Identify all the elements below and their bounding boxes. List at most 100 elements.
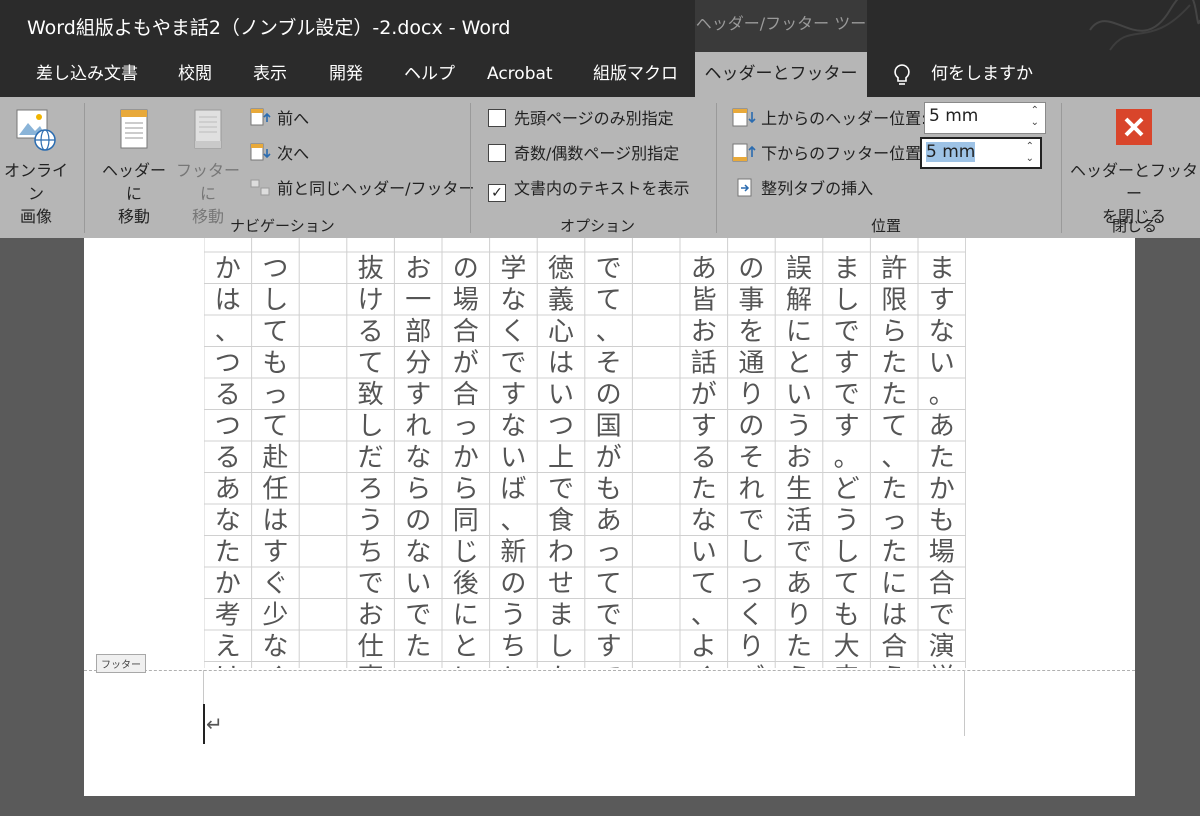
document-char: あ [691, 254, 717, 284]
document-char: お [405, 254, 431, 284]
document-char: ら [881, 317, 907, 347]
spinner-arrows-icon[interactable]: ⌃ ⌄ [1026, 141, 1034, 165]
document-char: い [691, 537, 717, 567]
document-char: い [786, 380, 812, 410]
tab-help[interactable]: ヘルプ [404, 52, 455, 97]
document-char: お [786, 443, 812, 473]
document-page[interactable]: ますない。あたかも場合で演説許限らたたて、たったには合うましですです。どうしても… [84, 238, 1135, 796]
document-char: け [215, 663, 241, 668]
tell-me-search[interactable]: 何をしますか [931, 52, 1033, 97]
document-char: 場 [929, 537, 955, 567]
document-char: す [405, 380, 431, 410]
document-char: な [500, 285, 526, 315]
document-char: は [881, 600, 907, 630]
document-char: れ [405, 411, 431, 441]
header-position-value[interactable]: 5 mm [929, 106, 978, 126]
document-char: 抜 [358, 254, 384, 284]
document-char: も [834, 600, 860, 630]
next-button[interactable]: 次へ [250, 141, 309, 167]
document-char: が [453, 348, 479, 378]
document-char: に [453, 663, 479, 668]
show-document-text-checkbox[interactable]: ✓ 文書内のテキストを表示 [488, 176, 690, 202]
tab-mailings[interactable]: 差し込み文書 [36, 52, 138, 97]
document-char: す [596, 632, 622, 662]
document-char: ち [500, 632, 526, 662]
footer-position-spinner[interactable]: 5 mm ⌃ ⌄ [920, 137, 1042, 169]
document-char: が [691, 380, 717, 410]
close-header-footer-button[interactable]: ヘッダーとフッター を閉じる [1070, 109, 1198, 228]
document-char: う [786, 663, 812, 668]
document-char: っ [738, 569, 764, 599]
goto-footer-button[interactable]: フッターに 移動 [170, 107, 246, 228]
document-char: た [881, 537, 907, 567]
document-char: た [881, 380, 907, 410]
link-to-previous-button[interactable]: 前と同じヘッダー/フッター [250, 176, 475, 202]
tab-acrobat[interactable]: Acrobat [487, 52, 553, 97]
document-char: て [358, 348, 384, 378]
document-char: だ [358, 443, 384, 473]
lightbulb-icon [892, 63, 912, 91]
document-char: は [548, 348, 574, 378]
footer-boundary [84, 670, 1135, 671]
ribbon-tabs: 差し込み文書 校閲 表示 開発 ヘルプ Acrobat 組版マクロ ヘッダーとフ… [0, 52, 1200, 97]
footer-page-icon [188, 109, 228, 157]
next-icon [250, 143, 272, 163]
tab-view[interactable]: 表示 [253, 52, 287, 97]
document-char: 解 [786, 285, 812, 315]
document-char: で [929, 600, 955, 630]
document-char: か [548, 663, 574, 668]
document-char: 赴 [262, 443, 288, 473]
online-image-button[interactable]: オンライン 画像 [0, 107, 72, 228]
document-char: た [881, 348, 907, 378]
document-char: で [596, 600, 622, 630]
document-char: る [691, 443, 717, 473]
document-char: な [500, 411, 526, 441]
document-char: て [262, 317, 288, 347]
document-char: っ [881, 506, 907, 536]
footer-position-label: 下からのフッター位置: [732, 141, 927, 167]
document-char: ら [405, 474, 431, 504]
document-char: ま [929, 254, 955, 284]
text-cursor [203, 704, 205, 744]
document-char: り [738, 632, 764, 662]
document-char: 活 [786, 506, 812, 536]
document-char: の [596, 380, 622, 410]
document-char: れ [738, 474, 764, 504]
tab-header-footer[interactable]: ヘッダーとフッター [695, 52, 867, 97]
tab-review[interactable]: 校閲 [178, 52, 212, 97]
insert-alignment-tab-button[interactable]: 整列タブの挿入 [736, 176, 873, 202]
title-decoration [1080, 0, 1200, 52]
document-char: 合 [929, 569, 955, 599]
footer-tag: フッター [96, 654, 146, 673]
document-char: し [262, 285, 288, 315]
document-char: 許 [881, 254, 907, 284]
header-position-icon [732, 108, 756, 128]
footer-position-value[interactable]: 5 mm [926, 142, 976, 162]
document-char: る [215, 380, 241, 410]
document-char: で [834, 317, 860, 347]
document-char: 国 [596, 411, 622, 441]
group-separator [84, 103, 85, 233]
header-position-spinner[interactable]: 5 mm ⌃ ⌄ [924, 102, 1046, 134]
document-char: 食 [548, 506, 574, 536]
document-char: く [262, 663, 288, 668]
document-char: の [453, 254, 479, 284]
document-char: ば [500, 474, 526, 504]
document-char: て [596, 285, 622, 315]
options-group-label: オプション [560, 217, 636, 235]
previous-button[interactable]: 前へ [250, 106, 309, 132]
spinner-arrows-icon[interactable]: ⌃ ⌄ [1031, 105, 1039, 129]
goto-header-button[interactable]: ヘッダーに 移動 [96, 107, 172, 228]
document-char: せ [548, 569, 574, 599]
tab-typesetting-macro[interactable]: 組版マクロ [593, 52, 678, 97]
document-char: 徳 [548, 254, 574, 284]
different-odd-even-checkbox[interactable]: 奇数/偶数ページ別指定 [488, 141, 679, 167]
document-char: う [834, 506, 860, 536]
different-first-page-checkbox[interactable]: 先頭ページのみ別指定 [488, 106, 674, 132]
document-char: そ [738, 443, 764, 473]
title-bar: Word組版よもやま話2（ノンブル設定）-2.docx - Word ヘッダー/… [0, 0, 1200, 81]
document-char: ろ [358, 474, 384, 504]
document-char: で [548, 474, 574, 504]
tab-developer[interactable]: 開発 [329, 52, 363, 97]
document-char: の [738, 254, 764, 284]
